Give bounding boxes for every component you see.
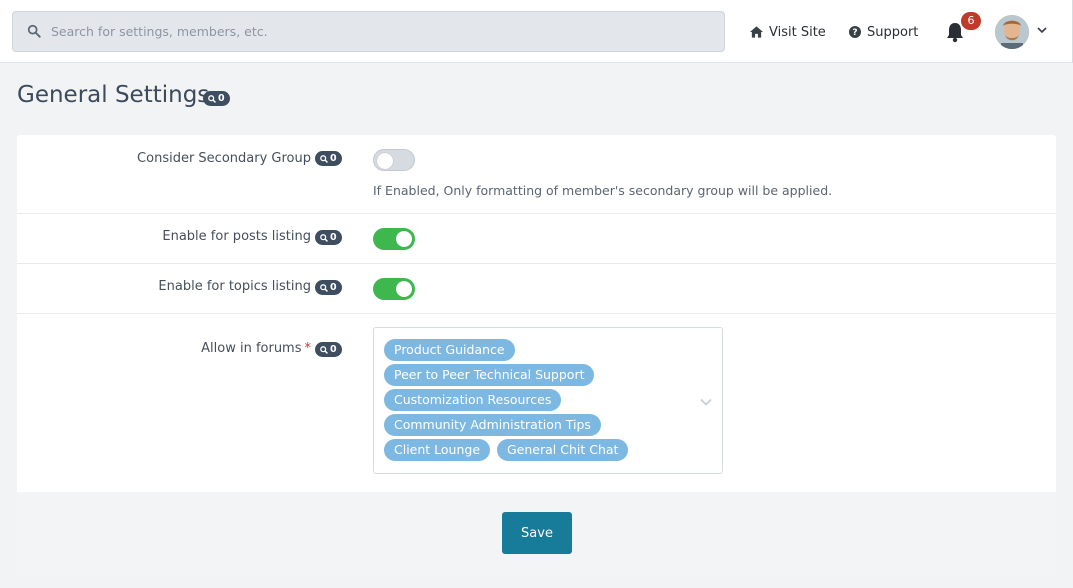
search-input[interactable] (51, 12, 711, 51)
setting-row-posts-listing: Enable for posts listing 0 (17, 214, 1056, 264)
search-count-badge[interactable]: 0 (315, 280, 342, 295)
setting-label: Consider Secondary Group (137, 151, 311, 166)
toggle-knob (396, 281, 412, 297)
search-icon (320, 345, 328, 354)
form-footer: Save (17, 492, 1056, 575)
forum-tag[interactable]: Customization Resources (384, 389, 562, 411)
chevron-down-icon[interactable] (700, 398, 712, 406)
user-photo (995, 15, 1029, 49)
setting-label: Enable for topics listing (158, 279, 311, 294)
toggle-knob (396, 231, 412, 247)
secondary-group-toggle[interactable] (373, 149, 415, 171)
top-bar: Visit Site ? Support 6 (0, 0, 1073, 63)
forum-tag[interactable]: Community Administration Tips (384, 414, 601, 436)
search-icon (320, 233, 328, 242)
support-label: Support (867, 24, 919, 40)
svg-text:?: ? (852, 28, 857, 38)
toggle-knob (377, 153, 393, 169)
search-count-badge[interactable]: 0 (315, 342, 342, 357)
save-button[interactable]: Save (502, 512, 572, 554)
setting-label: Enable for posts listing (162, 229, 311, 244)
required-mark: * (304, 341, 312, 356)
forum-tag[interactable]: General Chit Chat (497, 439, 629, 461)
home-icon (750, 26, 763, 38)
search-icon (208, 94, 216, 103)
notification-count-badge: 6 (961, 12, 981, 30)
visit-site-label: Visit Site (769, 24, 826, 40)
search-icon (320, 283, 328, 292)
search-count-badge[interactable]: 0 (315, 230, 342, 245)
forum-tag[interactable]: Product Guidance (384, 339, 515, 361)
setting-row-secondary-group: Consider Secondary Group 0 If Enabled, O… (17, 135, 1056, 214)
question-circle-icon: ? (849, 26, 861, 38)
search-icon (27, 24, 41, 38)
page-title: General Settings (17, 82, 210, 108)
topics-listing-toggle[interactable] (373, 278, 415, 300)
help-text: If Enabled, Only formatting of member's … (373, 183, 833, 198)
avatar[interactable] (995, 15, 1029, 49)
setting-row-topics-listing: Enable for topics listing 0 (17, 264, 1056, 314)
chevron-down-icon[interactable] (1037, 26, 1047, 34)
search-count-badge[interactable]: 0 (203, 91, 230, 106)
settings-card: Consider Secondary Group 0 If Enabled, O… (17, 135, 1056, 575)
search-count-badge[interactable]: 0 (315, 151, 342, 166)
forum-tag[interactable]: Client Lounge (384, 439, 491, 461)
posts-listing-toggle[interactable] (373, 228, 415, 250)
search-bar[interactable] (12, 11, 725, 52)
support-link[interactable]: ? Support (849, 23, 918, 41)
setting-label: Allow in forums * (201, 341, 311, 356)
forums-multiselect[interactable]: Product Guidance Peer to Peer Technical … (373, 327, 723, 474)
search-icon (320, 154, 328, 163)
visit-site-link[interactable]: Visit Site (750, 23, 826, 41)
forum-tag[interactable]: Peer to Peer Technical Support (384, 364, 595, 386)
